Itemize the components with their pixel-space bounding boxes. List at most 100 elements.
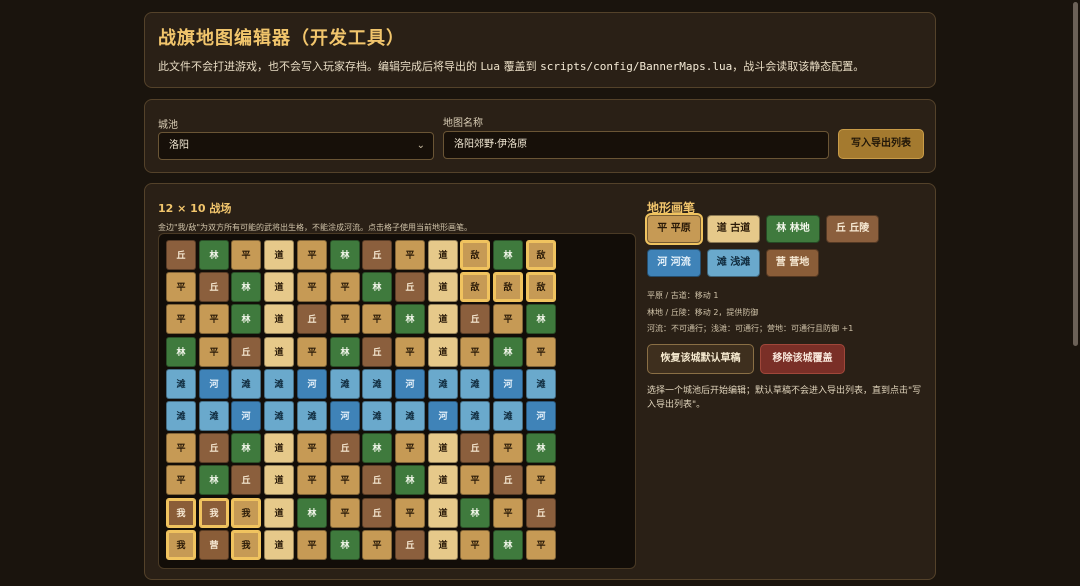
map-cell[interactable]: 丘 — [460, 304, 490, 334]
map-cell[interactable]: 道 — [428, 433, 458, 463]
brush-plain-button[interactable]: 平 平原 — [647, 215, 701, 243]
map-cell[interactable]: 林 — [526, 433, 556, 463]
map-cell[interactable]: 平 — [199, 304, 229, 334]
map-cell[interactable]: 平 — [362, 530, 392, 560]
map-cell[interactable]: 滩 — [362, 369, 392, 399]
map-cell[interactable]: 平 — [460, 337, 490, 367]
map-cell[interactable]: 平 — [297, 240, 327, 270]
map-cell[interactable]: 平 — [297, 272, 327, 302]
map-cell[interactable]: 道 — [428, 272, 458, 302]
map-cell[interactable]: 平 — [231, 240, 261, 270]
map-cell[interactable]: 林 — [199, 465, 229, 495]
map-cell[interactable]: 林 — [493, 530, 523, 560]
map-cell[interactable]: 滩 — [264, 369, 294, 399]
map-cell[interactable]: 丘 — [395, 272, 425, 302]
map-cell[interactable]: 平 — [460, 530, 490, 560]
brush-road-button[interactable]: 道 古道 — [707, 215, 760, 243]
map-cell[interactable]: 道 — [428, 465, 458, 495]
map-cell[interactable]: 平 — [395, 240, 425, 270]
map-cell[interactable]: 丘 — [395, 530, 425, 560]
map-cell[interactable]: 河 — [493, 369, 523, 399]
map-cell[interactable]: 平 — [199, 337, 229, 367]
map-cell[interactable]: 平 — [493, 304, 523, 334]
map-cell[interactable]: 丘 — [199, 272, 229, 302]
map-cell[interactable]: 道 — [264, 465, 294, 495]
map-cell[interactable]: 滩 — [460, 369, 490, 399]
map-cell[interactable]: 平 — [493, 498, 523, 528]
map-cell[interactable]: 林 — [362, 433, 392, 463]
map-cell[interactable]: 道 — [428, 530, 458, 560]
map-cell[interactable]: 敌 — [460, 240, 490, 270]
map-cell[interactable]: 我 — [166, 530, 196, 560]
map-cell[interactable]: 敌 — [526, 240, 556, 270]
map-cell[interactable]: 平 — [526, 337, 556, 367]
map-cell[interactable]: 丘 — [166, 240, 196, 270]
map-cell[interactable]: 道 — [428, 304, 458, 334]
map-cell[interactable]: 林 — [330, 530, 360, 560]
map-cell[interactable]: 林 — [330, 337, 360, 367]
map-cell[interactable]: 道 — [264, 337, 294, 367]
map-cell[interactable]: 林 — [395, 304, 425, 334]
map-cell[interactable]: 道 — [264, 530, 294, 560]
map-cell[interactable]: 丘 — [231, 337, 261, 367]
map-cell[interactable]: 河 — [231, 401, 261, 431]
map-cell[interactable]: 平 — [493, 433, 523, 463]
map-cell[interactable]: 林 — [493, 337, 523, 367]
brush-hill-button[interactable]: 丘 丘陵 — [826, 215, 879, 243]
map-cell[interactable]: 平 — [166, 433, 196, 463]
brush-shoal-button[interactable]: 滩 浅滩 — [707, 249, 760, 277]
map-cell[interactable]: 敌 — [460, 272, 490, 302]
map-cell[interactable]: 河 — [526, 401, 556, 431]
map-cell[interactable]: 河 — [297, 369, 327, 399]
brush-river-button[interactable]: 河 河流 — [647, 249, 701, 277]
map-cell[interactable]: 丘 — [493, 465, 523, 495]
map-cell[interactable]: 道 — [264, 498, 294, 528]
map-cell[interactable]: 平 — [330, 465, 360, 495]
map-cell[interactable]: 滩 — [428, 369, 458, 399]
map-cell[interactable]: 林 — [460, 498, 490, 528]
city-select[interactable]: 洛阳 ⌄ — [158, 132, 434, 160]
map-cell[interactable]: 丘 — [231, 465, 261, 495]
map-cell[interactable]: 平 — [166, 304, 196, 334]
map-cell[interactable]: 丘 — [362, 337, 392, 367]
map-cell[interactable]: 道 — [264, 240, 294, 270]
map-cell[interactable]: 丘 — [297, 304, 327, 334]
map-cell[interactable]: 平 — [362, 304, 392, 334]
write-export-button[interactable]: 写入导出列表 — [838, 129, 924, 159]
map-cell[interactable]: 林 — [526, 304, 556, 334]
map-cell[interactable]: 平 — [460, 465, 490, 495]
map-cell[interactable]: 平 — [330, 498, 360, 528]
map-cell[interactable]: 平 — [166, 272, 196, 302]
map-cell[interactable]: 我 — [166, 498, 196, 528]
map-cell[interactable]: 我 — [199, 498, 229, 528]
map-cell[interactable]: 平 — [330, 272, 360, 302]
map-cell[interactable]: 林 — [166, 337, 196, 367]
map-cell[interactable]: 平 — [297, 465, 327, 495]
map-cell[interactable]: 平 — [166, 465, 196, 495]
map-cell[interactable]: 敌 — [526, 272, 556, 302]
map-cell[interactable]: 滩 — [493, 401, 523, 431]
map-cell[interactable]: 丘 — [362, 465, 392, 495]
map-cell[interactable]: 丘 — [362, 240, 392, 270]
map-cell[interactable]: 道 — [428, 240, 458, 270]
map-cell[interactable]: 敌 — [493, 272, 523, 302]
map-cell[interactable]: 林 — [493, 240, 523, 270]
map-cell[interactable]: 林 — [330, 240, 360, 270]
scrollbar-thumb[interactable] — [1073, 2, 1078, 346]
map-cell[interactable]: 道 — [264, 304, 294, 334]
map-cell[interactable]: 河 — [395, 369, 425, 399]
map-cell[interactable]: 河 — [199, 369, 229, 399]
brush-forest-button[interactable]: 林 林地 — [766, 215, 820, 243]
map-cell[interactable]: 林 — [395, 465, 425, 495]
map-cell[interactable]: 丘 — [526, 498, 556, 528]
map-cell[interactable]: 平 — [297, 530, 327, 560]
map-cell[interactable]: 滩 — [362, 401, 392, 431]
map-cell[interactable]: 平 — [395, 433, 425, 463]
map-cell[interactable]: 河 — [330, 401, 360, 431]
map-cell[interactable]: 丘 — [199, 433, 229, 463]
map-cell[interactable]: 滩 — [264, 401, 294, 431]
map-cell[interactable]: 滩 — [231, 369, 261, 399]
map-cell[interactable]: 我 — [231, 530, 261, 560]
map-cell[interactable]: 丘 — [330, 433, 360, 463]
map-cell[interactable]: 林 — [199, 240, 229, 270]
